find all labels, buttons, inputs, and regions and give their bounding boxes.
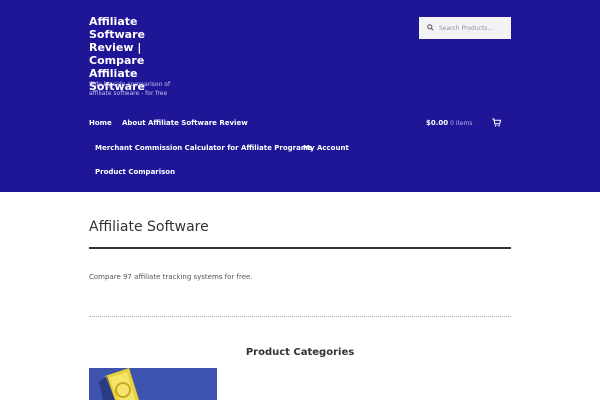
categories-heading: Product Categories [245, 347, 355, 358]
main-content: Affiliate Software Compare 97 affiliate … [0, 192, 600, 400]
nav-item-commission-calculator[interactable]: Merchant Commission Calculator for Affil… [95, 143, 312, 153]
page-intro: Compare 97 affiliate tracking systems fo… [89, 273, 253, 281]
category-image [89, 368, 217, 400]
section-divider [89, 316, 511, 317]
cart-amount: $0.00 [426, 119, 449, 127]
nav-item-about[interactable]: About Affiliate Software Review [122, 118, 248, 128]
cart-item-count: 0 items [450, 120, 473, 127]
title-divider [89, 247, 511, 249]
site-description: Side by side comparison of affiliate sof… [89, 81, 171, 97]
category-thumbnail[interactable] [89, 368, 217, 400]
search-input[interactable] [439, 19, 507, 37]
cart-summary[interactable]: $0.00 0 items [426, 118, 473, 129]
site-header: Affiliate Software Review | Compare Affi… [0, 0, 600, 192]
cart-icon[interactable] [492, 118, 501, 127]
nav-item-my-account[interactable]: My Account [303, 143, 349, 153]
search-icon [427, 24, 434, 31]
nav-item-product-comparison[interactable]: Product Comparison [95, 167, 175, 177]
page-title: Affiliate Software [89, 219, 209, 235]
product-search[interactable] [419, 17, 511, 39]
nav-item-home[interactable]: Home [89, 118, 112, 128]
